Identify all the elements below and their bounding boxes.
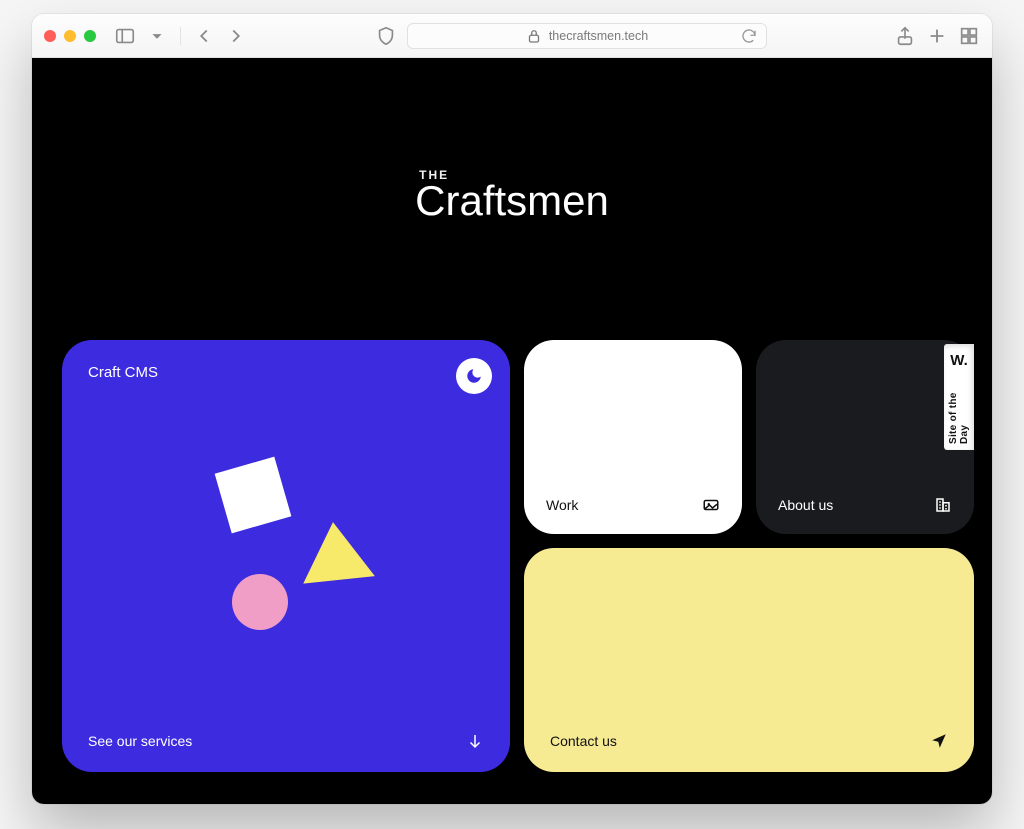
decorative-triangle	[297, 518, 375, 583]
arrow-down-icon	[466, 732, 484, 750]
decorative-square	[215, 457, 292, 534]
page-viewport: THE Craftsmen Craft CMS See our services	[32, 58, 992, 804]
tab-group-dropdown[interactable]	[146, 25, 168, 47]
forward-button[interactable]	[225, 25, 247, 47]
services-card[interactable]: Craft CMS See our services	[62, 340, 510, 772]
work-card[interactable]: Work	[524, 340, 742, 534]
moon-icon	[465, 367, 483, 385]
contact-card[interactable]: Contact us	[524, 548, 974, 772]
award-ribbon[interactable]: W. Site of the Day	[944, 344, 974, 450]
award-text: Site of the Day	[948, 377, 970, 444]
about-card[interactable]: W. Site of the Day About us	[756, 340, 974, 534]
lock-icon	[525, 27, 543, 45]
minimize-window-button[interactable]	[64, 30, 76, 42]
window-controls	[44, 30, 96, 42]
send-icon	[930, 732, 948, 750]
decorative-circle	[232, 574, 288, 630]
browser-window: thecraftsmen.tech THE Craftsmen Craft CM…	[32, 14, 992, 804]
brand-name: Craftsmen	[415, 180, 609, 222]
card-grid: Craft CMS See our services	[62, 340, 978, 798]
tab-overview-button[interactable]	[958, 25, 980, 47]
toolbar-separator	[180, 27, 181, 45]
about-card-label: About us	[778, 497, 833, 513]
browser-toolbar: thecraftsmen.tech	[32, 14, 992, 58]
services-card-title: Craft CMS	[88, 364, 484, 381]
reload-button[interactable]	[740, 27, 758, 45]
sidebar-toggle-button[interactable]	[114, 25, 136, 47]
work-card-label: Work	[546, 497, 578, 513]
new-tab-button[interactable]	[926, 25, 948, 47]
brand-logo: THE Craftsmen	[415, 168, 609, 222]
close-window-button[interactable]	[44, 30, 56, 42]
address-bar[interactable]: thecraftsmen.tech	[407, 23, 767, 49]
address-bar-text: thecraftsmen.tech	[549, 29, 648, 43]
moon-badge	[456, 358, 492, 394]
share-button[interactable]	[894, 25, 916, 47]
maximize-window-button[interactable]	[84, 30, 96, 42]
building-icon	[934, 496, 952, 514]
privacy-shield-button[interactable]	[375, 25, 397, 47]
award-monogram: W.	[950, 352, 968, 369]
back-button[interactable]	[193, 25, 215, 47]
gallery-icon	[702, 496, 720, 514]
services-card-cta: See our services	[88, 733, 192, 749]
contact-card-label: Contact us	[550, 733, 617, 749]
